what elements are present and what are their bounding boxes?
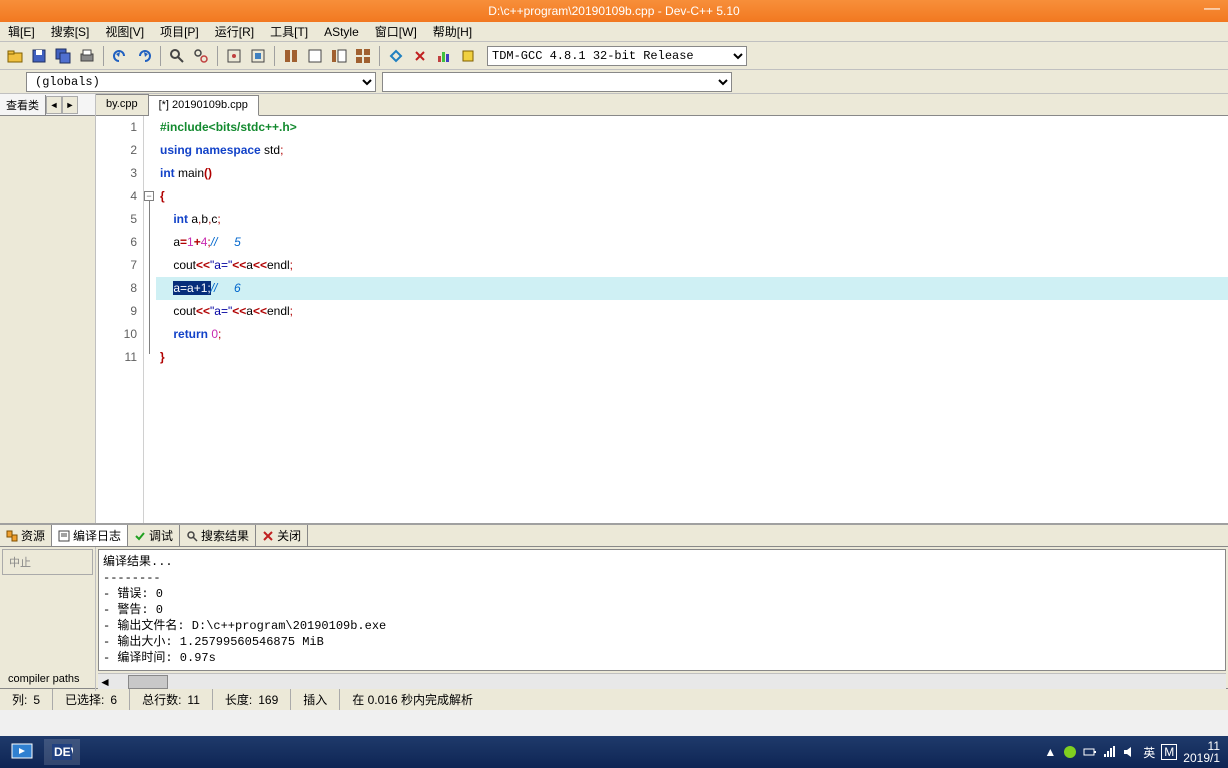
abort-button[interactable]: 中止 — [2, 549, 93, 575]
menu-window[interactable]: 窗口[W] — [367, 21, 425, 42]
debug-button[interactable] — [385, 45, 407, 67]
open-button[interactable] — [4, 45, 26, 67]
file-tab-current[interactable]: [*] 20190109b.cpp — [149, 95, 259, 116]
nav-left-icon[interactable]: ◄ — [46, 96, 62, 114]
run-button[interactable] — [304, 45, 326, 67]
taskbar: DEV ▲ 英 M 11 2019/1 — [0, 736, 1228, 768]
class-view-tab[interactable]: 查看类 — [0, 95, 46, 115]
redo-button[interactable] — [133, 45, 155, 67]
code-area[interactable]: 1234567891011 − #include<bits/stdc++.h>u… — [96, 116, 1228, 523]
file-tab-by[interactable]: by.cpp — [96, 94, 149, 115]
tab-debug[interactable]: 调试 — [128, 525, 180, 546]
profile-button[interactable] — [433, 45, 455, 67]
output-scrollbar[interactable]: ◄ — [98, 673, 1226, 689]
stop-button[interactable] — [409, 45, 431, 67]
compile-output[interactable]: 编译结果... -------- - 错误: 0 - 警告: 0 - 输出文件名… — [98, 549, 1226, 671]
minimize-button[interactable]: — — [1204, 0, 1220, 18]
menu-view[interactable]: 视图[V] — [97, 21, 152, 42]
tray-volume-icon[interactable] — [1123, 745, 1137, 759]
taskbar-app-1[interactable] — [4, 739, 40, 765]
window-title: D:\c++program\20190109b.cpp - Dev-C++ 5.… — [488, 4, 739, 18]
tab-search-results[interactable]: 搜索结果 — [180, 525, 256, 546]
tray-battery-icon[interactable] — [1083, 745, 1097, 759]
tray-security-icon[interactable] — [1063, 745, 1077, 759]
svg-text:DEV: DEV — [54, 745, 73, 759]
find-button[interactable] — [166, 45, 188, 67]
compiler-select[interactable]: TDM-GCC 4.8.1 32-bit Release — [487, 46, 747, 66]
bottom-tabs: 资源 编译日志 调试 搜索结果 关闭 — [0, 525, 1228, 547]
status-length: 长度:169 — [213, 689, 291, 710]
nav-right-icon[interactable]: ► — [62, 96, 78, 114]
tab-resources[interactable]: 资源 — [0, 525, 52, 546]
replace-button[interactable] — [190, 45, 212, 67]
print-button[interactable] — [76, 45, 98, 67]
editor: by.cpp [*] 20190109b.cpp 1234567891011 −… — [96, 94, 1228, 523]
tray-clock[interactable]: 11 2019/1 — [1183, 740, 1224, 764]
scope-bar: (globals) — [0, 70, 1228, 94]
compiler-paths-label: compiler paths — [2, 669, 93, 689]
bottom-panel: 资源 编译日志 调试 搜索结果 关闭 中止 compiler paths 编译结… — [0, 523, 1228, 688]
system-tray: ▲ 英 M 11 2019/1 — [1043, 740, 1224, 764]
status-mode: 插入 — [291, 689, 340, 710]
file-tabs: by.cpp [*] 20190109b.cpp — [96, 94, 1228, 116]
taskbar-app-devcpp[interactable]: DEV — [44, 739, 80, 765]
toolbar: TDM-GCC 4.8.1 32-bit Release — [0, 42, 1228, 70]
fold-toggle[interactable]: − — [144, 191, 154, 201]
menu-search[interactable]: 搜索[S] — [43, 21, 98, 42]
member-select[interactable] — [382, 72, 732, 92]
line-gutter: 1234567891011 — [96, 116, 144, 523]
main-area: 查看类 ◄ ► by.cpp [*] 20190109b.cpp 1234567… — [0, 94, 1228, 523]
code-lines[interactable]: #include<bits/stdc++.h>using namespace s… — [156, 116, 1228, 523]
menu-help[interactable]: 帮助[H] — [425, 21, 480, 42]
clean-button[interactable] — [457, 45, 479, 67]
undo-button[interactable] — [109, 45, 131, 67]
status-lines: 总行数:11 — [130, 689, 213, 710]
status-column: 列:5 — [0, 689, 53, 710]
menu-tools[interactable]: 工具[T] — [262, 21, 316, 42]
save-button[interactable] — [28, 45, 50, 67]
rebuild-button[interactable] — [352, 45, 374, 67]
compile-button[interactable] — [280, 45, 302, 67]
menu-edit[interactable]: 辑[E] — [0, 21, 43, 42]
status-parse: 在 0.016 秒内完成解析 — [340, 689, 1228, 710]
menu-bar: 辑[E] 搜索[S] 视图[V] 项目[P] 运行[R] 工具[T] AStyl… — [0, 22, 1228, 42]
tray-ime-lang[interactable]: 英 — [1143, 744, 1155, 761]
fold-column: − — [144, 116, 156, 523]
compile-run-button[interactable] — [328, 45, 350, 67]
goto-button[interactable] — [223, 45, 245, 67]
menu-project[interactable]: 项目[P] — [152, 21, 207, 42]
compile-controls: 中止 compiler paths — [0, 547, 96, 691]
menu-astyle[interactable]: AStyle — [316, 23, 367, 41]
tab-compile-log[interactable]: 编译日志 — [52, 525, 128, 546]
title-bar: D:\c++program\20190109b.cpp - Dev-C++ 5.… — [0, 0, 1228, 22]
save-all-button[interactable] — [52, 45, 74, 67]
status-selection: 已选择:6 — [53, 689, 130, 710]
class-browser: 查看类 ◄ ► — [0, 94, 96, 523]
bookmark-button[interactable] — [247, 45, 269, 67]
tray-up-icon[interactable]: ▲ — [1043, 745, 1057, 759]
tray-network-icon[interactable] — [1103, 745, 1117, 759]
scope-select[interactable]: (globals) — [26, 72, 376, 92]
menu-run[interactable]: 运行[R] — [207, 21, 262, 42]
tray-ime-mode[interactable]: M — [1161, 744, 1177, 760]
tab-close[interactable]: 关闭 — [256, 525, 308, 546]
status-bar: 列:5 已选择:6 总行数:11 长度:169 插入 在 0.016 秒内完成解… — [0, 688, 1228, 710]
